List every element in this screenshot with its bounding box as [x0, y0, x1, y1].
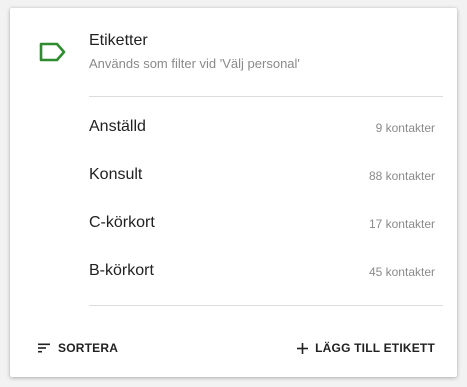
card-title: Etiketter: [89, 32, 148, 49]
divider: [89, 305, 443, 306]
label-name: Konsult: [89, 166, 143, 183]
label-item-c-korkort[interactable]: C-körkort 17 kontakter: [10, 200, 457, 248]
label-name: C-körkort: [89, 214, 155, 231]
add-label-button-label: LÄGG TILL ETIKETT: [315, 341, 435, 355]
tag-icon: [39, 42, 66, 62]
plus-icon: [297, 342, 309, 354]
add-label-button[interactable]: LÄGG TILL ETIKETT: [297, 338, 435, 358]
sort-button[interactable]: SORTERA: [38, 338, 118, 358]
label-item-b-korkort[interactable]: B-körkort 45 kontakter: [10, 248, 457, 296]
label-count: 88 kontakter: [368, 169, 435, 183]
label-count: 9 kontakter: [375, 121, 435, 135]
label-name: Anställd: [89, 118, 146, 135]
sort-icon: [38, 343, 50, 353]
sort-button-label: SORTERA: [58, 341, 119, 355]
labels-card: Etiketter Används som filter vid 'Välj p…: [10, 8, 457, 377]
label-item-konsult[interactable]: Konsult 88 kontakter: [10, 152, 457, 200]
label-name: B-körkort: [89, 262, 154, 279]
card-subtitle: Används som filter vid 'Välj personal': [89, 56, 300, 71]
label-count: 45 kontakter: [368, 265, 435, 279]
card-header: Etiketter Används som filter vid 'Välj p…: [10, 8, 457, 96]
labels-list: Anställd 9 kontakter Konsult 88 kontakte…: [10, 104, 457, 296]
label-item-anstalld[interactable]: Anställd 9 kontakter: [10, 104, 457, 152]
divider: [89, 96, 443, 97]
label-count: 17 kontakter: [368, 217, 435, 231]
